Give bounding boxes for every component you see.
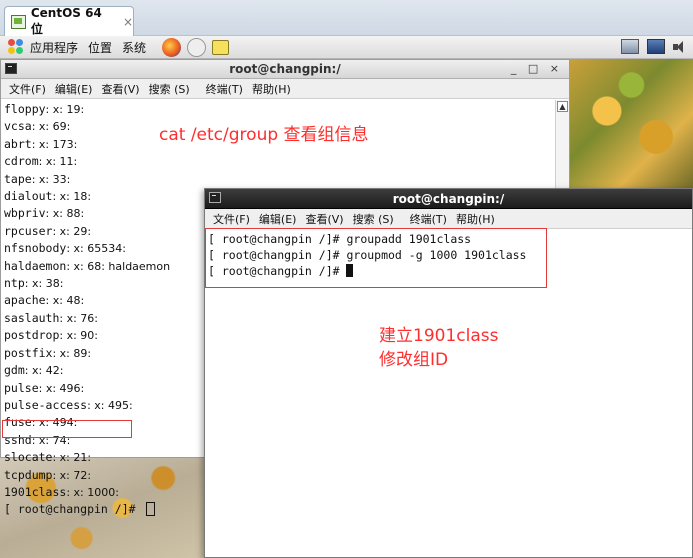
group-name: floppy bbox=[4, 102, 46, 116]
highlight-box bbox=[205, 228, 547, 288]
terminal-cursor bbox=[146, 502, 156, 517]
window-controls[interactable]: _ □ × bbox=[511, 62, 563, 75]
group-name: postdrop bbox=[4, 328, 60, 343]
menu-search[interactable]: 搜索 (S) bbox=[149, 81, 190, 97]
terminal-window-front[interactable]: root@changpin:/ 文件(F) 编辑(E) 查看(V) 搜索 (S)… bbox=[204, 188, 693, 558]
terminal-menubar: 文件(F) 编辑(E) 查看(V) 搜索 (S) 终端(T) 帮助(H) bbox=[1, 79, 569, 99]
window-title: root@changpin:/ bbox=[229, 62, 341, 76]
group-name: tape bbox=[4, 171, 32, 186]
menu-search[interactable]: 搜索 (S) bbox=[353, 211, 394, 227]
group-name: vcsa bbox=[4, 119, 32, 134]
group-name: gdm bbox=[4, 363, 25, 378]
menu-file[interactable]: 文件(F) bbox=[213, 211, 250, 227]
network-status-icon[interactable] bbox=[621, 39, 639, 54]
group-name: postfix bbox=[4, 345, 53, 360]
highlight-box bbox=[2, 420, 132, 438]
window-titlebar[interactable]: root@changpin:/ bbox=[205, 189, 692, 209]
firefox-icon[interactable] bbox=[162, 37, 182, 57]
close-icon[interactable]: × bbox=[123, 15, 133, 29]
group-name: haldaemon bbox=[4, 258, 67, 273]
group-fields: : x: 90: bbox=[59, 329, 99, 343]
annotation-line: 建立1901class bbox=[379, 326, 499, 346]
edit-icon[interactable] bbox=[212, 39, 230, 55]
group-name: abrt bbox=[4, 136, 32, 151]
group-name: dialout bbox=[4, 189, 53, 204]
window-title: root@changpin:/ bbox=[392, 192, 505, 206]
volume-icon[interactable] bbox=[673, 40, 685, 54]
group-fields: : x: 88: bbox=[45, 207, 85, 221]
group-name: pulse-access bbox=[4, 397, 88, 412]
display-icon[interactable] bbox=[647, 39, 665, 54]
menu-terminal[interactable]: 终端(T) bbox=[410, 211, 447, 227]
group-fields: : x: 42: bbox=[24, 364, 64, 378]
group-fields: : x: 173: bbox=[31, 137, 78, 151]
gnome-top-panel: 应用程序 位置 系统 bbox=[0, 36, 693, 59]
group-name: slocate bbox=[4, 450, 53, 465]
window-titlebar[interactable]: root@changpin:/ _ □ × bbox=[1, 60, 569, 79]
menu-terminal[interactable]: 终端(T) bbox=[206, 81, 243, 97]
prompt-text: [ root@changpin /]# bbox=[4, 502, 143, 517]
group-name: cdrom bbox=[4, 154, 39, 169]
group-fields: : x: 68: haldaemon bbox=[66, 259, 171, 273]
group-fields: : x: 65534: bbox=[66, 242, 126, 256]
chevron-up-icon[interactable]: ▲ bbox=[557, 101, 568, 112]
menu-file[interactable]: 文件(F) bbox=[9, 81, 46, 97]
group-fields: : x: 89: bbox=[52, 346, 92, 360]
group-name: 1901class bbox=[4, 484, 67, 499]
menu-system[interactable]: 系统 bbox=[122, 39, 146, 56]
group-entry: floppy: x: 19: bbox=[4, 101, 557, 118]
desktop-wallpaper bbox=[570, 59, 693, 189]
group-name: saslauth bbox=[4, 310, 60, 325]
menu-applications[interactable]: 应用程序 bbox=[30, 39, 78, 56]
group-fields: : x: 33: bbox=[31, 172, 71, 186]
group-fields: : x: 38: bbox=[24, 277, 64, 291]
menu-help[interactable]: 帮助(H) bbox=[252, 81, 291, 97]
group-name: wbpriv bbox=[4, 206, 46, 221]
vm-tab-centos[interactable]: CentOS 64 位 × bbox=[4, 6, 134, 36]
group-name: nfsnobody bbox=[4, 241, 67, 256]
group-fields: : x: 11: bbox=[38, 155, 78, 169]
group-fields: : x: 495: bbox=[87, 398, 133, 412]
group-fields: : x: 19: bbox=[45, 103, 85, 116]
group-name: pulse bbox=[4, 380, 39, 395]
group-fields: : x: 29: bbox=[52, 224, 92, 238]
group-fields: : x: 18: bbox=[52, 190, 92, 204]
group-fields: : x: 48: bbox=[45, 294, 85, 308]
menu-edit[interactable]: 编辑(E) bbox=[55, 81, 93, 97]
menu-view[interactable]: 查看(V) bbox=[305, 211, 343, 227]
group-entry: tape: x: 33: bbox=[4, 171, 557, 188]
vm-tab-label: CentOS 64 位 bbox=[30, 6, 102, 36]
terminal-menubar: 文件(F) 编辑(E) 查看(V) 搜索 (S) 终端(T) 帮助(H) bbox=[205, 209, 692, 229]
network-icon[interactable] bbox=[187, 37, 207, 57]
group-fields: : x: 76: bbox=[59, 311, 99, 325]
group-fields: : x: 1000: bbox=[66, 485, 119, 499]
system-tray bbox=[621, 39, 685, 54]
menu-help[interactable]: 帮助(H) bbox=[456, 211, 495, 227]
applications-icon[interactable] bbox=[8, 39, 24, 55]
vm-icon bbox=[11, 14, 26, 29]
group-fields: : x: 69: bbox=[31, 120, 71, 134]
group-name: tcpdump bbox=[4, 467, 53, 482]
menu-view[interactable]: 查看(V) bbox=[101, 81, 139, 97]
annotation-group-info: cat /etc/group 查看组信息 bbox=[159, 125, 369, 145]
annotation-create: 建立1901class 修改组ID bbox=[379, 324, 498, 372]
group-fields: : x: 21: bbox=[52, 451, 92, 465]
menu-places[interactable]: 位置 bbox=[88, 39, 112, 56]
menu-edit[interactable]: 编辑(E) bbox=[259, 211, 297, 227]
vm-tab-bar: CentOS 64 位 × bbox=[0, 0, 693, 36]
group-name: ntp bbox=[4, 276, 25, 291]
group-fields: : x: 496: bbox=[38, 381, 85, 395]
group-fields: : x: 72: bbox=[52, 468, 92, 482]
group-name: apache bbox=[4, 293, 46, 308]
group-entry: cdrom: x: 11: bbox=[4, 153, 557, 170]
annotation-line: 修改组ID bbox=[379, 350, 449, 370]
group-name: rpcuser bbox=[4, 223, 53, 238]
